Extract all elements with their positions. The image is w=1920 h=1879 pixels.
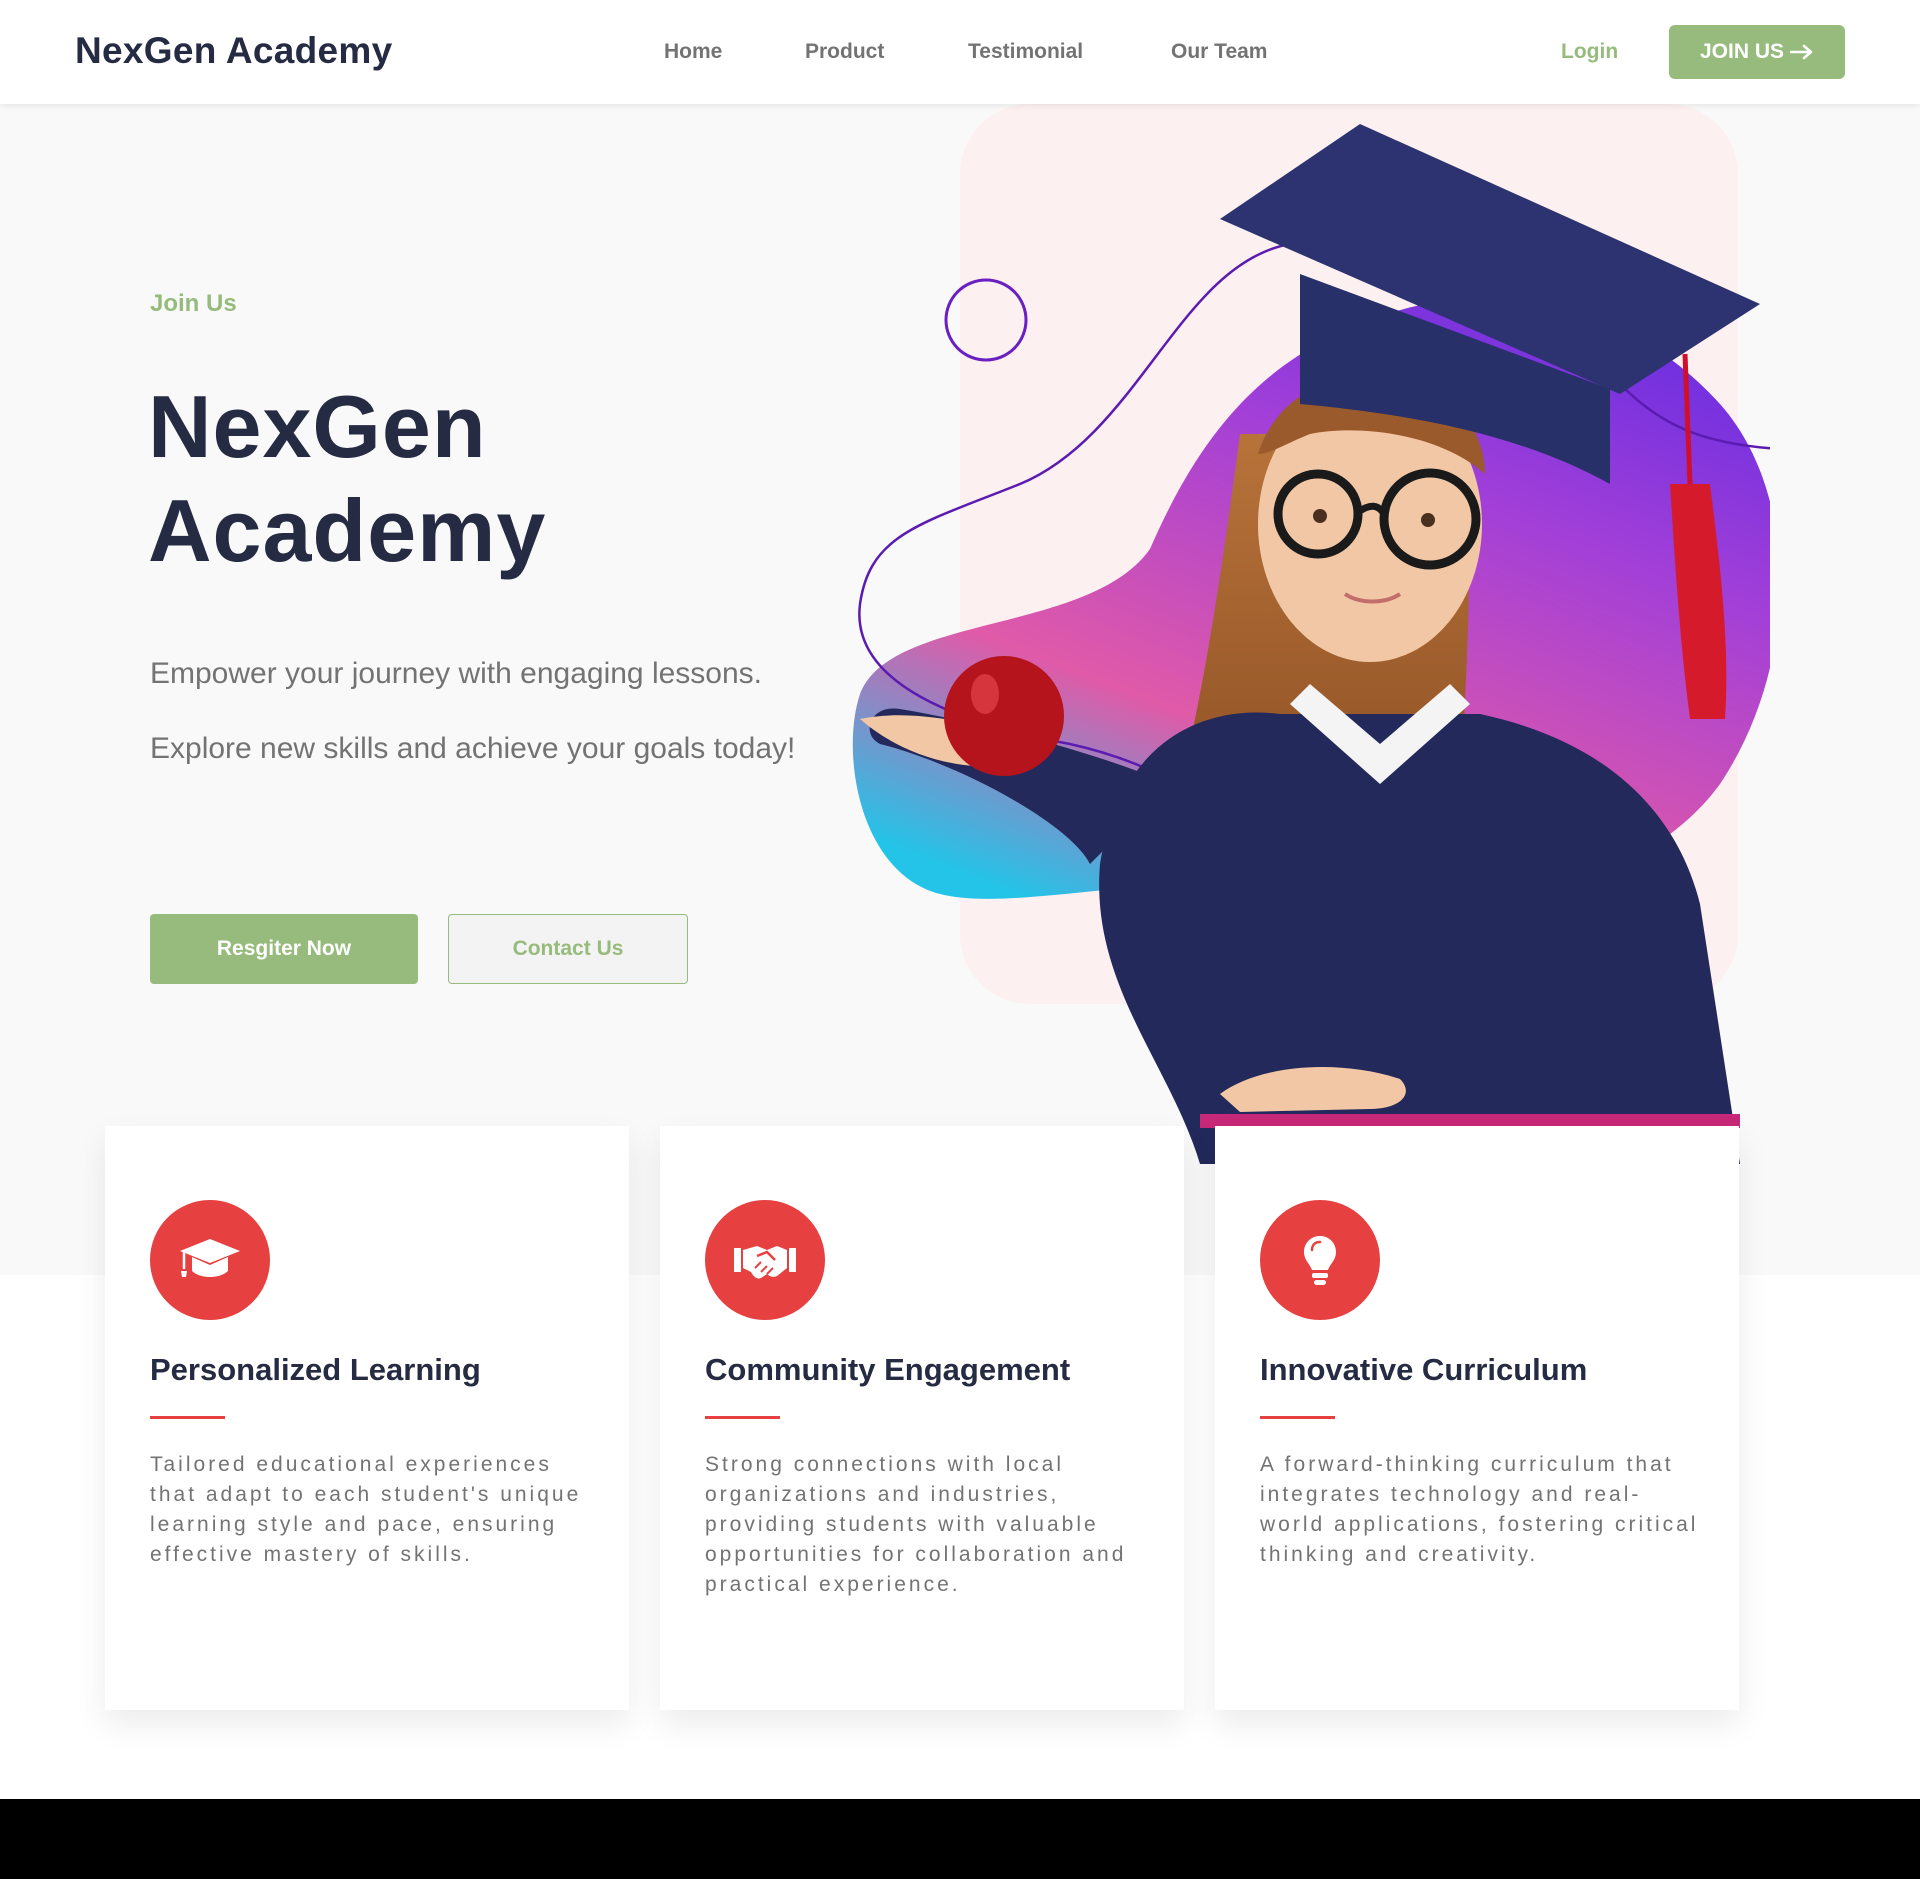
login-link[interactable]: Login [1561,40,1618,64]
hero-title-line1: NexGen [148,377,487,476]
card-description: Tailored educational experiences that ad… [150,1453,582,1566]
card-divider [150,1416,225,1419]
nav-testimonial[interactable]: Testimonial [968,40,1083,64]
feature-card-personalized-learning: Personalized Learning Tailored education… [105,1126,629,1710]
site-header: NexGen Academy Home Product Testimonial … [0,0,1920,104]
card-description: A forward-thinking curriculum that integ… [1260,1453,1699,1566]
card-description: Strong connections with local organizati… [705,1453,1127,1596]
card-title: Community Engagement [705,1352,1071,1387]
card-title: Innovative Curriculum [1260,1352,1588,1387]
nav-our-team[interactable]: Our Team [1171,40,1267,64]
hero-eyebrow: Join Us [150,290,237,317]
card-title: Personalized Learning [150,1352,481,1387]
contact-button[interactable]: Contact Us [448,914,688,984]
handshake-icon [705,1200,825,1320]
nav-home[interactable]: Home [664,40,722,64]
join-us-label: JOIN US [1699,40,1785,63]
graduation-cap-icon [150,1200,270,1320]
lightbulb-icon [1260,1200,1380,1320]
arrow-right-icon [1790,44,1813,60]
feature-card-community-engagement: Community Engagement Strong connections … [660,1126,1184,1710]
card-divider [705,1416,780,1419]
apple [944,656,1064,776]
hero-title: NexGen Academy [148,375,546,583]
hero-description: Empower your journey with engaging lesso… [150,657,796,765]
feature-card-innovative-curriculum: Innovative Curriculum A forward-thinking… [1215,1126,1739,1710]
nav-product[interactable]: Product [805,40,884,64]
footer-band [0,1799,1920,1879]
register-button[interactable]: Resgiter Now [150,914,418,984]
brand-logo[interactable]: NexGen Academy [75,30,392,72]
hero-illustration [852,104,1770,1164]
hero-title-line2: Academy [148,481,547,580]
join-us-button[interactable]: JOIN US [1669,25,1845,79]
card-divider [1260,1416,1335,1419]
